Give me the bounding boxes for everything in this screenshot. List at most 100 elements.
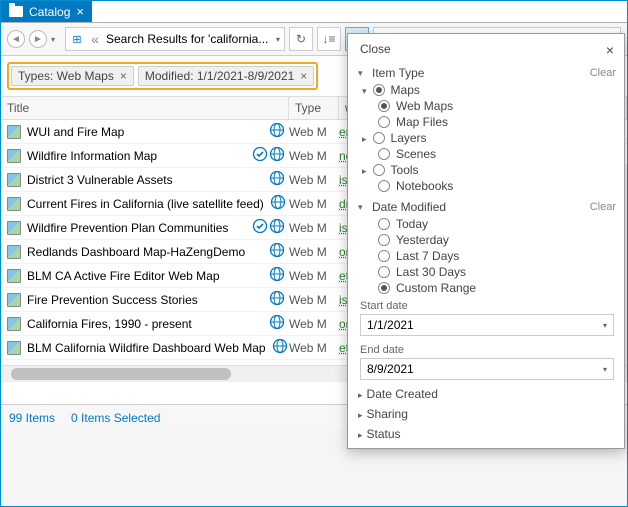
authoritative-icon: [252, 146, 268, 165]
row-type: Web M: [289, 293, 339, 307]
row-type: Web M: [289, 221, 339, 235]
web-map-icon: [7, 149, 21, 163]
end-date-input[interactable]: 8/9/2021▾: [360, 358, 614, 380]
globe-icon: [269, 290, 285, 309]
row-title: BLM CA Active Fire Editor Web Map: [27, 269, 220, 283]
row-type: Web M: [289, 269, 339, 283]
item-count: 99 Items: [9, 411, 55, 425]
chip-label: Types: Web Maps: [18, 69, 114, 83]
remove-chip-icon[interactable]: ×: [300, 69, 307, 83]
globe-icon: [269, 170, 285, 189]
col-title[interactable]: Title: [1, 97, 289, 119]
filter-close-label[interactable]: Close: [360, 42, 391, 58]
col-type[interactable]: Type: [289, 97, 339, 119]
radio-maps[interactable]: [373, 84, 385, 96]
section-date-created[interactable]: Date Created: [348, 384, 624, 404]
radio-scenes[interactable]: [378, 148, 390, 160]
row-title: Wildfire Prevention Plan Communities: [27, 221, 228, 235]
radio-yesterday[interactable]: [378, 234, 390, 246]
close-tab-icon[interactable]: ×: [76, 4, 84, 19]
web-map-icon: [7, 269, 21, 283]
catalog-icon: [9, 6, 23, 17]
web-map-icon: [7, 317, 21, 331]
end-date-label: End date: [348, 340, 624, 358]
radio-map-files[interactable]: [378, 116, 390, 128]
web-map-icon: [7, 341, 21, 355]
globe-icon: [270, 194, 286, 213]
search-results-icon: ⊞: [70, 32, 84, 46]
row-type: Web M: [289, 245, 339, 259]
web-map-icon: [7, 221, 21, 235]
back-button[interactable]: ◄: [7, 30, 25, 48]
breadcrumb[interactable]: ⊞ « Search Results for 'california... ▾: [65, 27, 285, 51]
chip-label: Modified: 1/1/2021-8/9/2021: [145, 69, 294, 83]
row-type: Web M: [289, 149, 339, 163]
scroll-thumb[interactable]: [11, 368, 231, 380]
dropdown-icon[interactable]: ▾: [603, 365, 607, 374]
web-map-icon: [7, 173, 21, 187]
section-item-type[interactable]: Item Type: [372, 66, 424, 80]
web-map-icon: [7, 293, 21, 307]
globe-icon: [272, 338, 288, 357]
section-sharing[interactable]: Sharing: [348, 404, 624, 424]
expand-icon: [358, 387, 363, 401]
web-map-icon: [7, 197, 21, 211]
radio-last7[interactable]: [378, 250, 390, 262]
expand-icon[interactable]: [362, 131, 367, 145]
catalog-tab[interactable]: Catalog ×: [1, 1, 92, 22]
web-map-icon: [7, 245, 21, 259]
row-title: California Fires, 1990 - present: [27, 317, 192, 331]
radio-today[interactable]: [378, 218, 390, 230]
row-title: Current Fires in California (live satell…: [27, 197, 264, 211]
selected-count: 0 Items Selected: [71, 411, 160, 425]
forward-button[interactable]: ►: [29, 30, 47, 48]
web-map-icon: [7, 125, 21, 139]
authoritative-icon: [252, 218, 268, 237]
expand-icon[interactable]: [358, 68, 368, 79]
expand-icon: [358, 407, 363, 421]
refresh-button[interactable]: ↻: [289, 27, 313, 51]
globe-icon: [269, 146, 285, 165]
expand-icon[interactable]: [362, 83, 367, 97]
start-date-input[interactable]: 1/1/2021▾: [360, 314, 614, 336]
tab-label: Catalog: [29, 5, 70, 19]
dropdown-icon[interactable]: ▾: [603, 321, 607, 330]
radio-notebooks[interactable]: [378, 180, 390, 192]
section-status[interactable]: Status: [348, 424, 624, 444]
clear-date-modified[interactable]: Clear: [590, 201, 624, 213]
row-type: Web M: [289, 341, 339, 355]
clear-item-type[interactable]: Clear: [590, 67, 624, 79]
radio-tools[interactable]: [373, 164, 385, 176]
globe-icon: [269, 314, 285, 333]
radio-custom[interactable]: [378, 282, 390, 294]
radio-layers[interactable]: [373, 132, 385, 144]
radio-web-maps[interactable]: [378, 100, 390, 112]
row-type: Web M: [289, 173, 339, 187]
filter-close-icon[interactable]: ×: [606, 42, 614, 58]
type-filter-chip[interactable]: Types: Web Maps ×: [11, 66, 134, 86]
row-title: BLM California Wildfire Dashboard Web Ma…: [27, 341, 266, 355]
row-type: Web M: [289, 317, 339, 331]
row-title: District 3 Vulnerable Assets: [27, 173, 173, 187]
breadcrumb-text: Search Results for 'california...: [106, 32, 268, 46]
remove-chip-icon[interactable]: ×: [120, 69, 127, 83]
row-type: Web M: [289, 125, 339, 139]
title-bar: Catalog ×: [1, 1, 627, 23]
date-filter-chip[interactable]: Modified: 1/1/2021-8/9/2021 ×: [138, 66, 314, 86]
globe-icon: [269, 122, 285, 141]
row-title: Redlands Dashboard Map-HaZengDemo: [27, 245, 245, 259]
sort-button[interactable]: ↓≡: [317, 27, 341, 51]
expand-icon[interactable]: [358, 202, 368, 213]
crumb-dropdown-icon[interactable]: ▾: [276, 35, 280, 44]
expand-icon[interactable]: [362, 163, 367, 177]
start-date-label: Start date: [348, 296, 624, 314]
section-date-modified[interactable]: Date Modified: [372, 200, 446, 214]
radio-last30[interactable]: [378, 266, 390, 278]
filter-panel: Close × Item Type Clear Maps Web Maps Ma…: [347, 33, 625, 449]
nav-history-dropdown[interactable]: ▾: [51, 35, 61, 44]
globe-icon: [269, 266, 285, 285]
globe-icon: [269, 218, 285, 237]
crumb-chevron-icon: «: [88, 32, 102, 46]
globe-icon: [269, 242, 285, 261]
row-title: Fire Prevention Success Stories: [27, 293, 198, 307]
